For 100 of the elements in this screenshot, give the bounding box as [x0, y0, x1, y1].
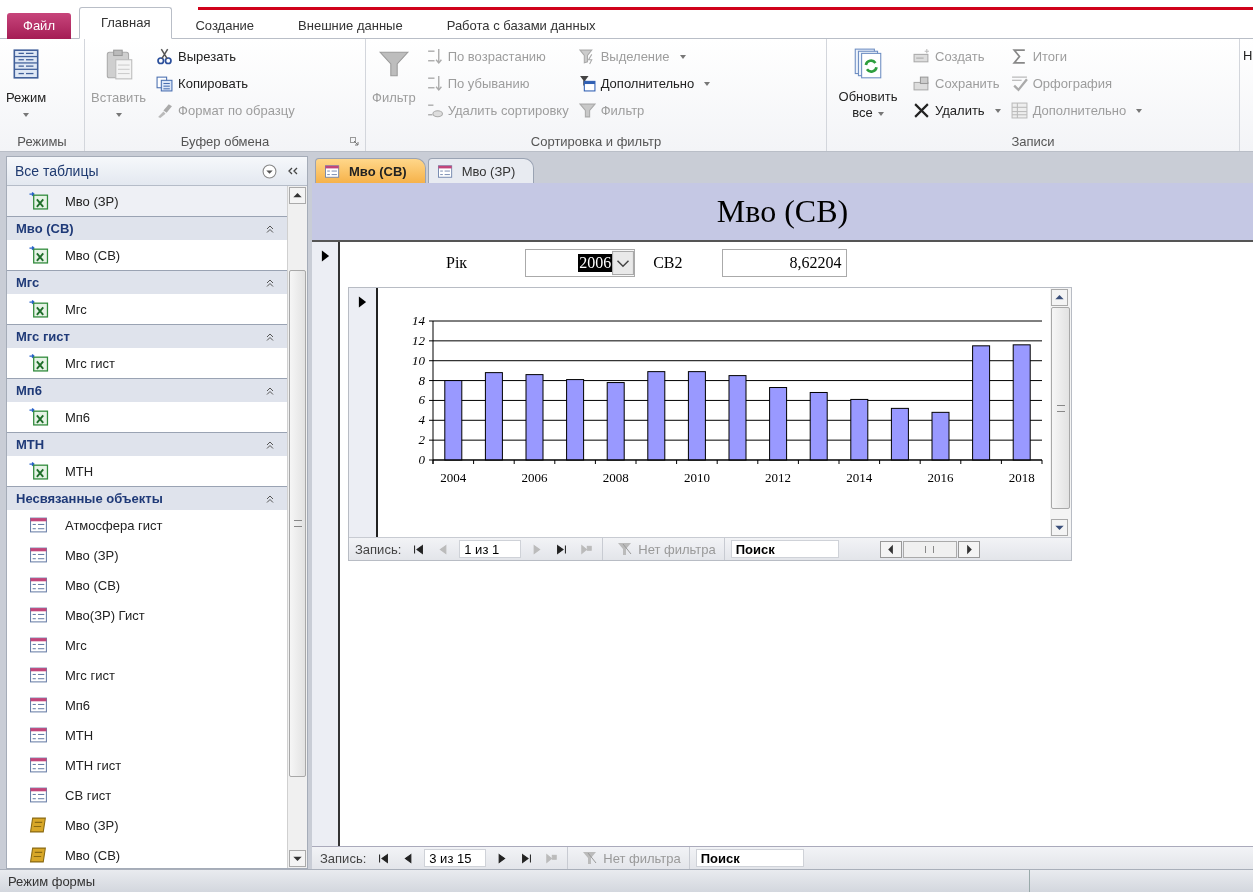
navigation-item[interactable]: Атмосфера гист [7, 510, 287, 540]
search-field[interactable]: Поиск [730, 540, 839, 558]
navigation-item[interactable]: Мво (СВ) [7, 840, 287, 868]
first-record-icon[interactable] [413, 543, 425, 555]
ribbon-button[interactable]: Копировать [153, 70, 298, 97]
scrollbar[interactable] [287, 186, 307, 868]
horizontal-scrollbar[interactable] [879, 540, 980, 558]
form-icon [29, 516, 49, 534]
first-record-icon[interactable] [378, 852, 390, 864]
ribbon-tab[interactable]: Внешние данные [277, 13, 424, 39]
navigation-item[interactable]: Мп6 [7, 690, 287, 720]
form-icon [29, 636, 49, 654]
y-axis-label: 10 [412, 352, 425, 368]
dropdown-button[interactable] [612, 250, 635, 276]
document-tab[interactable]: Мво (СВ) [315, 158, 426, 183]
x-axis-label: 2008 [602, 470, 629, 485]
last-record-icon[interactable] [556, 543, 568, 555]
scroll-down-button[interactable] [289, 850, 306, 867]
ribbon-tab[interactable]: Главная [78, 7, 173, 39]
filter-options-icon [578, 75, 596, 92]
navigation-item[interactable]: Мгс [7, 294, 287, 324]
scroll-up-button[interactable] [289, 187, 306, 204]
linked-table-icon [29, 354, 49, 372]
x-axis-label: 2004 [440, 470, 467, 485]
navigation-item[interactable]: МТН гист [7, 750, 287, 780]
scroll-left-button[interactable] [879, 540, 902, 558]
last-record-icon[interactable] [521, 852, 533, 864]
group-header[interactable]: Мгс гист [7, 324, 287, 348]
group-header[interactable]: Мгс [7, 270, 287, 294]
group-header[interactable]: Мво (СВ) [7, 216, 287, 240]
linked-table-icon [29, 300, 49, 318]
navigation-item[interactable]: Мгс гист [7, 348, 287, 378]
scroll-thumb[interactable] [289, 270, 306, 777]
form-icon [29, 726, 49, 744]
spelling-check-icon [1010, 75, 1028, 92]
scroll-thumb[interactable] [1051, 307, 1070, 509]
form-icon [29, 756, 49, 774]
navigation-item[interactable]: Мгс [7, 630, 287, 660]
search-field[interactable]: Поиск [695, 849, 804, 867]
navigation-item[interactable]: МТН [7, 456, 287, 486]
ribbon-button[interactable]: Удалить [910, 97, 1004, 124]
sort-ascending-icon [425, 48, 443, 65]
ribbon-tab[interactable]: Работа с базами данных [425, 13, 617, 39]
caret-icon [704, 81, 711, 86]
navigation-item[interactable]: Мво (СВ) [7, 240, 287, 270]
group-header[interactable]: Мп6 [7, 378, 287, 402]
navigation-item[interactable]: МТН [7, 720, 287, 750]
navigation-item[interactable]: Мво (ЗР) [7, 186, 287, 216]
x-axis-label: 2012 [765, 470, 792, 485]
funnel-icon [582, 851, 599, 865]
scroll-up-button[interactable] [1051, 289, 1068, 306]
navigation-pane-header[interactable]: Все таблицы [7, 157, 307, 186]
caret-icon [679, 54, 686, 59]
collapse-pane-icon[interactable] [287, 166, 299, 176]
group-header[interactable]: Несвязанные объекты [7, 486, 287, 510]
ribbon-tab[interactable]: Файл [7, 13, 71, 39]
table-icon [1010, 102, 1028, 119]
navigation-item[interactable]: Мво (ЗР) [7, 540, 287, 570]
scrollbar[interactable] [1050, 288, 1071, 537]
navigation-item[interactable]: Мп6 [7, 402, 287, 432]
scroll-right-button[interactable] [957, 540, 980, 558]
record-selector[interactable] [349, 288, 378, 537]
eraser-icon [425, 102, 443, 119]
document-tab[interactable]: Мво (ЗР) [427, 158, 535, 183]
value-field[interactable]: 8,62204 [722, 249, 848, 277]
ribbon-button[interactable]: Режим [3, 43, 50, 131]
combo-box[interactable]: 2006 [525, 249, 636, 277]
navigation-item[interactable]: Мво (СВ) [7, 570, 287, 600]
record-position-field[interactable]: 3 из 15 [424, 849, 487, 867]
ribbon-button[interactable]: Н [1243, 43, 1253, 131]
record-selector[interactable] [312, 242, 340, 846]
record-selector-icon [321, 250, 330, 262]
status-text: Режим формы [8, 873, 96, 889]
linked-table-icon [29, 408, 49, 426]
scroll-down-button[interactable] [1051, 519, 1068, 536]
form-icon [29, 606, 49, 624]
report-icon [29, 816, 49, 834]
brush-icon [156, 102, 174, 119]
caret-icon [877, 111, 884, 116]
navigation-item[interactable]: Мво(ЗР) Гист [7, 600, 287, 630]
delete-icon [913, 102, 930, 119]
scroll-thumb[interactable] [902, 540, 957, 558]
y-axis-label: 14 [412, 313, 425, 328]
next-record-icon[interactable] [496, 852, 508, 864]
ribbon-button[interactable]: Обновить все [830, 43, 906, 131]
record-position-field[interactable]: 1 из 1 [459, 540, 522, 558]
navigation-item[interactable]: Мгс гист [7, 660, 287, 690]
ribbon-button[interactable]: Дополнительно [575, 70, 714, 97]
dialog-launcher-icon[interactable] [350, 137, 359, 146]
form-title: Мво (СВ) [716, 193, 849, 230]
ribbon-button[interactable]: Вырезать [153, 43, 298, 70]
previous-record-icon[interactable] [403, 852, 415, 864]
funnel-icon [578, 102, 596, 119]
caret-icon [994, 108, 1001, 113]
navigation-item[interactable]: Мво (ЗР) [7, 810, 287, 840]
dropdown-icon[interactable] [262, 163, 277, 179]
group-header[interactable]: МТН [7, 432, 287, 456]
navigation-item[interactable]: СВ гист [7, 780, 287, 810]
ribbon-tab[interactable]: Создание [174, 13, 276, 39]
field-label: СВ2 [653, 254, 683, 272]
